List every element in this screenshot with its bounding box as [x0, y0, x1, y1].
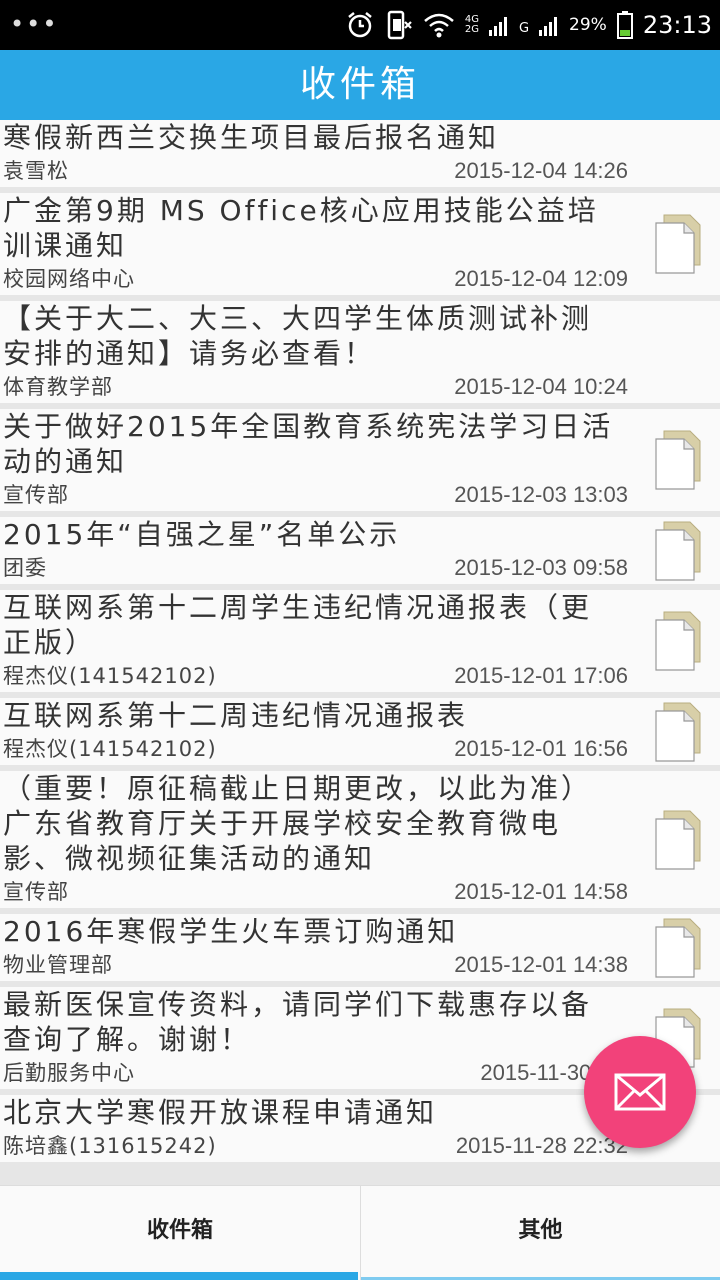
mail-date: 2015-12-04 10:24 — [454, 374, 628, 399]
active-tab-indicator — [0, 1272, 358, 1280]
mail-date: 2015-12-03 09:58 — [454, 555, 628, 580]
signal-icon-2 — [539, 17, 558, 36]
mail-meta: 宣传部 2015-12-03 13:03 — [0, 479, 720, 511]
attachment-icon — [655, 611, 701, 671]
mail-list-item[interactable]: 广金第9期 MS Office核心应用技能公益培训课通知校园网络中心 2015-1… — [0, 193, 720, 295]
mail-sender: 程杰仪(141542102) — [3, 664, 217, 688]
network-type: 4G 2G — [465, 15, 479, 35]
alarm-icon — [348, 12, 372, 38]
tab-inbox[interactable]: 收件箱 — [0, 1186, 360, 1280]
attachment-icon — [655, 521, 701, 581]
attachment-icon — [655, 214, 701, 274]
mail-sender: 校园网络中心 — [3, 267, 135, 291]
mail-subject: 2015年“自强之星”名单公示 — [3, 518, 401, 551]
mail-sender: 物业管理部 — [3, 953, 113, 977]
mail-list-item[interactable]: 2016年寒假学生火车票订购通知物业管理部 2015-12-01 14:38 — [0, 914, 720, 981]
mail-date: 2015-11-28 22:32 — [455, 1133, 628, 1158]
mail-sender: 袁雪松 — [3, 159, 69, 183]
mail-meta: 袁雪松 2015-12-04 14:26 — [0, 155, 720, 187]
mail-subject: 寒假新西兰交换生项目最后报名通知 — [3, 121, 500, 154]
status-icons: 4G 2G G 29% 23:13 — [345, 6, 712, 44]
mail-sender: 体育教学部 — [3, 375, 113, 399]
attachment-icon — [655, 702, 701, 762]
mail-meta: 物业管理部 2015-12-01 14:38 — [0, 949, 720, 981]
network-2g-label: 2G — [464, 24, 479, 35]
attachment-icon — [655, 918, 701, 978]
mail-subject: 2016年寒假学生火车票订购通知 — [3, 915, 459, 948]
wifi-icon — [424, 13, 454, 38]
mail-sender: 陈培鑫(131615242) — [3, 1134, 217, 1158]
inbox-list[interactable]: 寒假新西兰交换生项目最后报名通知袁雪松 2015-12-04 14:26 广金第9期… — [0, 120, 720, 1185]
mail-subject: （重要！原征稿截止日期更改，以此为准）广东省教育厅关于开展学校安全教育微电影、微… — [3, 772, 593, 875]
mail-meta: 宣传部 2015-12-01 14:58 — [0, 876, 720, 908]
page-title: 收件箱 — [299, 64, 420, 105]
mail-meta: 校园网络中心 2015-12-04 12:09 — [0, 263, 720, 295]
mail-meta: 体育教学部 2015-12-04 10:24 — [0, 371, 720, 403]
mail-meta: 程杰仪(141542102) 2015-12-01 16:56 — [0, 733, 720, 765]
bottom-tab-bar: 收件箱 其他 — [0, 1185, 720, 1280]
battery-percent: 29% — [569, 15, 607, 35]
clock: 23:13 — [642, 11, 712, 39]
battery-icon — [616, 11, 633, 39]
title-bar: 收件箱 — [0, 50, 720, 120]
mail-subject: 【关于大二、大三、大四学生体质测试补测安排的通知】请务必查看！ — [3, 302, 593, 370]
mail-list-item[interactable]: 互联网系第十二周违纪情况通报表程杰仪(141542102) 2015-12-01 … — [0, 698, 720, 765]
network-g-label: G — [518, 21, 530, 36]
mail-list-item[interactable]: 2015年“自强之星”名单公示团委 2015-12-03 09:58 — [0, 517, 720, 584]
mail-icon — [614, 1073, 666, 1111]
mail-sender: 宣传部 — [3, 483, 69, 507]
mail-meta: 团委 2015-12-03 09:58 — [0, 552, 720, 584]
mail-subject: 关于做好2015年全国教育系统宪法学习日活动的通知 — [3, 410, 614, 478]
signal-icon — [488, 17, 507, 36]
attachment-icon — [655, 430, 701, 490]
mail-date: 2015-12-01 14:38 — [454, 952, 628, 977]
overflow-dots-icon: ••• — [10, 10, 59, 38]
mail-date: 2015-12-04 14:26 — [454, 158, 628, 183]
mail-list-item[interactable]: 寒假新西兰交换生项目最后报名通知袁雪松 2015-12-04 14:26 — [0, 120, 720, 187]
mail-sender: 后勤服务中心 — [3, 1061, 135, 1085]
mail-date: 2015-12-04 12:09 — [454, 266, 628, 291]
mail-date: 2015-12-01 17:06 — [454, 663, 628, 688]
status-bar: ••• 4G 2G G 29% 23:13 — [0, 0, 720, 50]
mail-sender: 团委 — [3, 556, 47, 580]
mail-subject: 互联网系第十二周学生违纪情况通报表（更正版） — [3, 591, 593, 659]
mail-list-item[interactable]: 关于做好2015年全国教育系统宪法学习日活动的通知宣传部 2015-12-03 1… — [0, 409, 720, 511]
mail-date: 2015-12-01 16:56 — [454, 736, 628, 761]
mail-sender: 宣传部 — [3, 880, 69, 904]
mail-list-item[interactable]: 互联网系第十二周学生违纪情况通报表（更正版） 程杰仪(141542102) 2015… — [0, 590, 720, 692]
compose-mail-button[interactable] — [584, 1036, 696, 1148]
vibrate-mute-icon — [387, 10, 412, 40]
mail-date: 2015-12-01 14:58 — [454, 879, 628, 904]
mail-subject: 广金第9期 MS Office核心应用技能公益培训课通知 — [3, 194, 599, 262]
mail-meta: 程杰仪(141542102) 2015-12-01 17:06 — [0, 660, 720, 692]
mail-sender: 程杰仪(141542102) — [3, 737, 217, 761]
mail-list-item[interactable]: 【关于大二、大三、大四学生体质测试补测安排的通知】请务必查看！ 体育教学部 2015… — [0, 301, 720, 403]
mail-date: 2015-12-03 13:03 — [454, 482, 628, 507]
attachment-icon — [655, 810, 701, 870]
tab-other[interactable]: 其他 — [360, 1186, 720, 1280]
mail-list-item[interactable]: （重要！原征稿截止日期更改，以此为准）广东省教育厅关于开展学校安全教育微电影、微… — [0, 771, 720, 908]
mail-subject: 互联网系第十二周违纪情况通报表 — [3, 699, 469, 732]
